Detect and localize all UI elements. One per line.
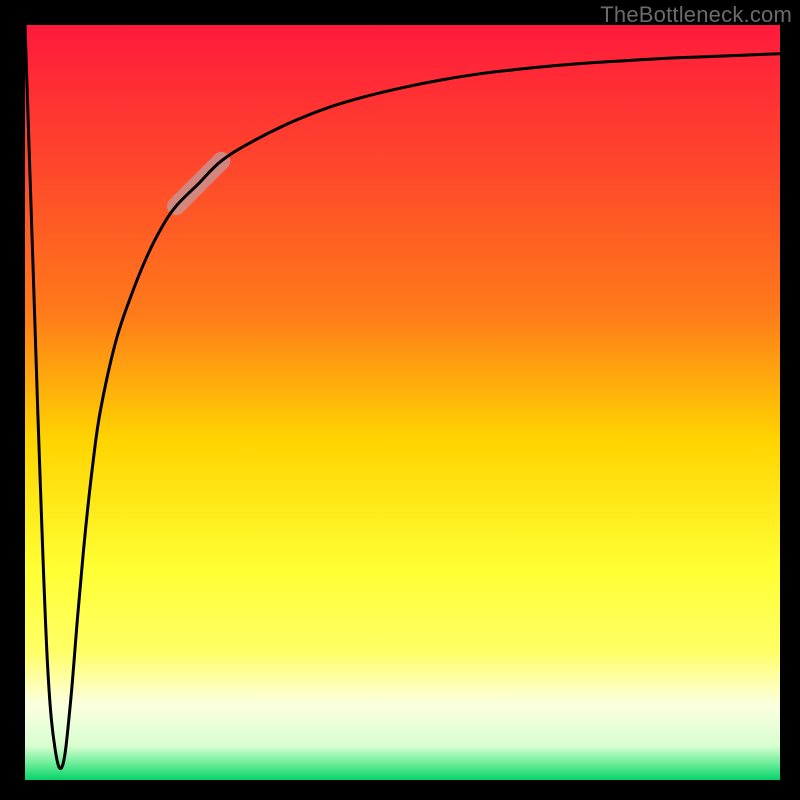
bottleneck-curve-plot	[25, 25, 780, 780]
chart-frame: TheBottleneck.com	[0, 0, 800, 800]
gradient-background	[25, 25, 780, 780]
plot-area	[25, 25, 780, 780]
